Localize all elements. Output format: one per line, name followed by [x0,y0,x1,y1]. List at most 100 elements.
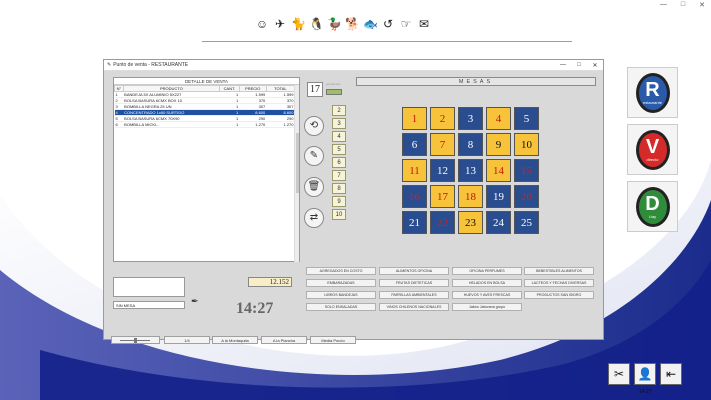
notes-field[interactable] [113,277,185,297]
table-button-25[interactable]: 25 [514,211,539,234]
table-button-3[interactable]: 3 [458,107,483,130]
quantity-4-button[interactable]: 4 [332,131,346,142]
minimize-icon[interactable]: — [660,1,667,9]
trash-icon: 🗑 [307,181,321,192]
sale-detail-title: DETALLE DE VENTA [114,78,299,85]
table-button-15[interactable]: 15 [514,159,539,182]
window-maximize-button[interactable]: □ [571,62,587,68]
cat-icon[interactable]: 🐈 [291,17,306,31]
category-button[interactable]: PARRILLAS AMBIENTALES [379,291,449,299]
table-button-8[interactable]: 8 [458,133,483,156]
category-button[interactable]: HELADOS EN BOLSA [452,279,522,287]
quantity-5-button[interactable]: 5 [332,144,346,155]
hand-icon[interactable]: ☞ [399,17,413,31]
category-button[interactable]: OFICINA PERFUMES [452,267,522,275]
page-slider[interactable] [111,336,160,344]
category-button[interactable]: SOLO ENSALADAS [306,303,376,311]
brand-r-card[interactable]: R estaurante [627,67,678,118]
table-button-5[interactable]: 5 [514,107,539,130]
category-button[interactable]: ALIMENTOS OFICINA [379,267,449,275]
row-product: BOMBILLA MICKI... [123,121,220,128]
exit-button[interactable]: ⇤ [660,363,682,385]
maximize-icon[interactable]: □ [681,1,685,9]
table-button-6[interactable]: 6 [402,133,427,156]
table-button-19[interactable]: 19 [486,185,511,208]
children-icon[interactable]: ☺ [255,17,269,31]
table-row[interactable]: 6 BOMBILLA MICKI... 1 1.270 1.270 [114,121,295,128]
window-close-button[interactable]: ✕ [587,62,603,69]
quantity-2-button[interactable]: 2 [332,105,346,116]
clock-display: 14:27 [236,300,274,317]
quantity-9-button[interactable]: 9 [332,196,346,207]
mail-icon[interactable]: ✉ [417,17,431,31]
edit-button[interactable]: ✎ [304,146,324,166]
refresh-button[interactable]: ⟲ [304,116,324,136]
close-icon[interactable]: ✕ [699,1,705,9]
fish-icon[interactable]: 🐟 [363,17,378,31]
brand-d-card[interactable]: D Liay [627,181,678,232]
sale-scrollbar[interactable] [294,85,299,262]
tools-button[interactable]: ✂ [608,363,630,385]
duck-icon[interactable]: 🦆 [327,17,342,31]
category-button[interactable]: EMBARAZADAS [306,279,376,287]
airplane-icon[interactable]: ✈ [273,17,287,31]
brand-v-card[interactable]: V directo [627,124,678,175]
swap-icon: ⇄ [309,212,319,223]
category-button[interactable]: PRODUCTOS SAN ISIDRO [524,291,594,299]
table-button-18[interactable]: 18 [458,185,483,208]
table-button-23[interactable]: 23 [458,211,483,234]
page-indicator-button[interactable]: 1/4 [164,336,210,344]
option-montaquita-button[interactable]: A la Montaquita [212,336,258,344]
table-button-10[interactable]: 10 [514,133,539,156]
category-button[interactable]: VINOS CHILENOS NACIONALES [379,303,449,311]
quantity-6-button[interactable]: 6 [332,157,346,168]
window-titlebar: ✎ Punto de venta - RESTAURANTE — □ ✕ [104,60,603,71]
table-button-11[interactable]: 11 [402,159,427,182]
category-button[interactable]: LACTEOS Y FECHAS DIVERSAS [524,279,594,287]
option-media-porcion-button[interactable]: Media Porcio [310,336,356,344]
table-button-7[interactable]: 7 [430,133,455,156]
dog-icon[interactable]: 🐕 [345,17,360,31]
sale-total: 12.152 [248,277,292,287]
table-button-22[interactable]: 22 [430,211,455,234]
table-button-13[interactable]: 13 [458,159,483,182]
swirl-icon[interactable]: ↺ [381,17,395,31]
table-button-12[interactable]: 12 [430,159,455,182]
refresh-icon: ⟲ [309,120,319,131]
table-button-9[interactable]: 9 [486,133,511,156]
category-button[interactable]: BEBESTIBLES ALIMENTOS [524,267,594,275]
table-button-21[interactable]: 21 [402,211,427,234]
table-button-1[interactable]: 1 [402,107,427,130]
slider-knob[interactable] [134,338,137,343]
category-button[interactable]: FRUTAS DIETETICAS [379,279,449,287]
table-button-20[interactable]: 20 [514,185,539,208]
table-button-17[interactable]: 17 [430,185,455,208]
quantity-3-button[interactable]: 3 [332,118,346,129]
transfer-button[interactable]: ⇄ [304,208,324,228]
pen-window-icon: ✎ [107,62,112,68]
delete-button[interactable]: 🗑 [304,177,324,197]
category-button[interactable]: LIBROS BANDEJAS [306,291,376,299]
row-price: 1.270 [239,121,267,128]
user-button[interactable]: 👤 [634,363,656,385]
quantity-7-button[interactable]: 7 [332,170,346,181]
window-minimize-button[interactable]: — [555,62,571,68]
brand-r-letter: R [645,79,660,101]
category-button[interactable]: AGREGADOS EN COSTO [306,267,376,275]
table-button-24[interactable]: 24 [486,211,511,234]
option-plancha-button[interactable]: A la Plancha [261,336,307,344]
penguin-icon[interactable]: 🐧 [309,17,324,31]
category-button[interactable]: HUEVOS Y AVES FRESCAS [452,291,522,299]
table-button-16[interactable]: 16 [402,185,427,208]
pen-icon[interactable]: ✒ [191,296,199,307]
table-button-2[interactable]: 2 [430,107,455,130]
quantity-8-button[interactable]: 8 [332,183,346,194]
table-button-4[interactable]: 4 [486,107,511,130]
pending-caption: pendientes [326,82,341,86]
status-indicator [326,89,342,95]
table-button-14[interactable]: 14 [486,159,511,182]
tools-icon: ✂ [613,367,625,381]
scrollbar-thumb[interactable] [296,133,299,193]
category-button[interactable]: Jabón Jabonera grupo [452,303,522,311]
quantity-10-button[interactable]: 10 [332,209,346,220]
